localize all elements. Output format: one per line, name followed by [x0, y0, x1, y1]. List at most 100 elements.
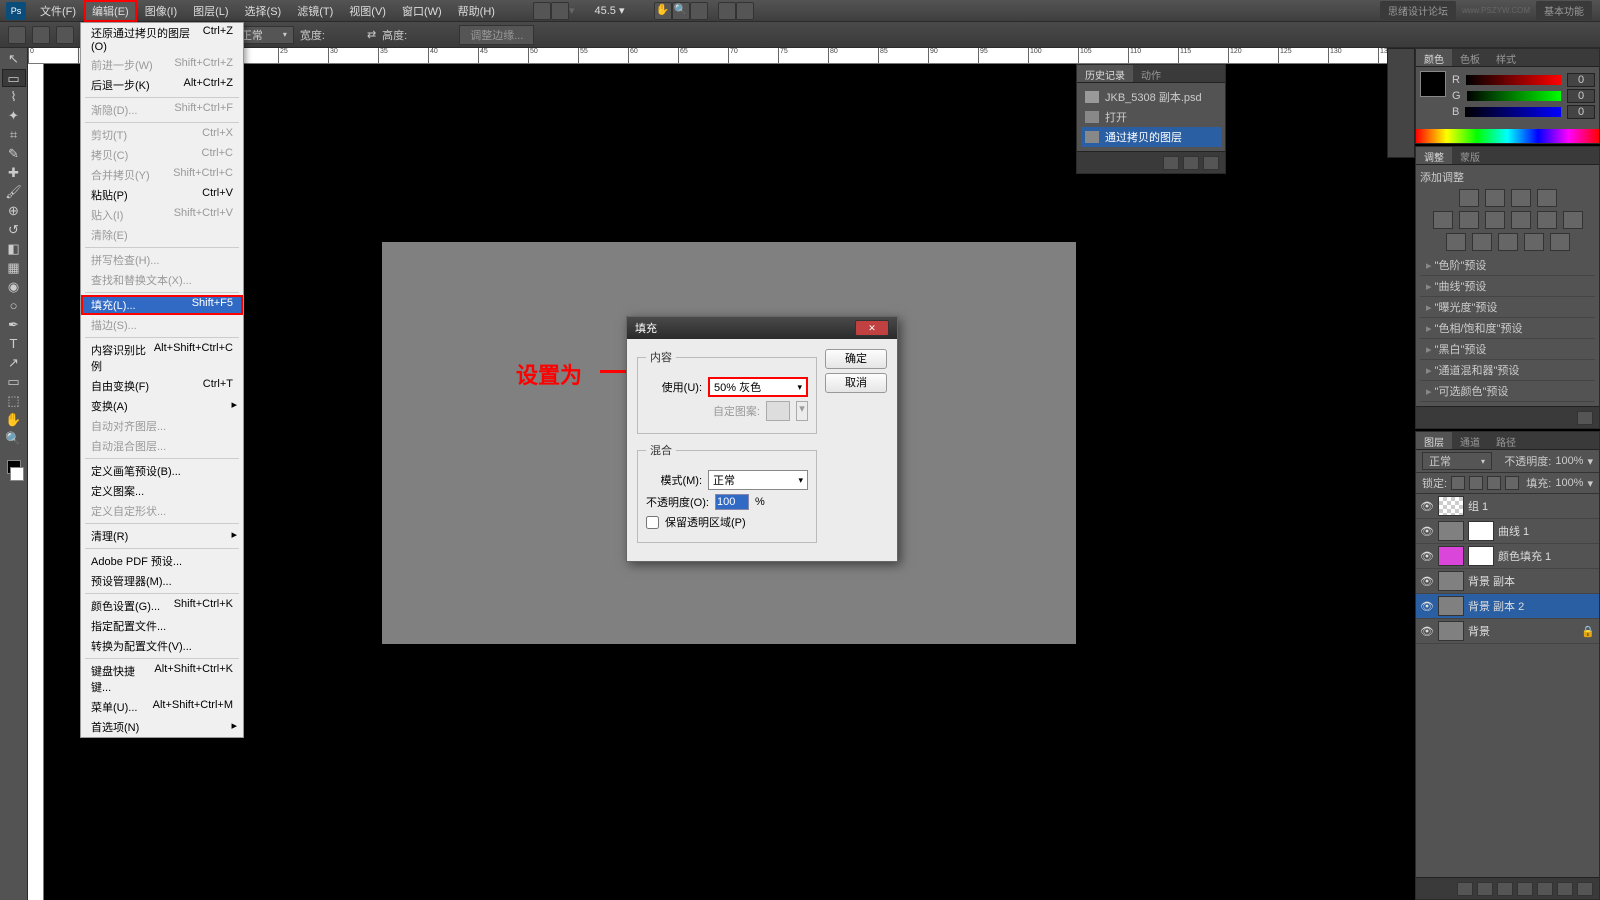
- history-step-open[interactable]: 打开: [1081, 107, 1221, 127]
- adj-brightness-icon[interactable]: [1459, 189, 1479, 207]
- sel-add-icon[interactable]: [56, 26, 74, 44]
- r-value[interactable]: 0: [1567, 73, 1595, 87]
- adj-photo-icon[interactable]: [1537, 211, 1557, 229]
- adj-layer-icon[interactable]: [1517, 882, 1533, 896]
- launch-bridge-icon[interactable]: [533, 2, 551, 20]
- tab-paths[interactable]: 路径: [1488, 432, 1524, 449]
- eyedrop-tool[interactable]: ✎: [2, 145, 26, 163]
- history-step-copy-layer[interactable]: 通过拷贝的图层: [1081, 127, 1221, 147]
- preset-bw[interactable]: "黑白"预设: [1420, 339, 1595, 360]
- adj-invert-icon[interactable]: [1446, 233, 1466, 251]
- menu-image[interactable]: 图像(I): [137, 0, 185, 22]
- history-new-icon[interactable]: [1163, 156, 1179, 170]
- mode-select[interactable]: 正常: [708, 470, 808, 490]
- type-tool[interactable]: T: [2, 335, 26, 353]
- menu-item[interactable]: 清理(R): [81, 526, 243, 546]
- menu-item[interactable]: 菜单(U)...Alt+Shift+Ctrl+M: [81, 697, 243, 717]
- tab-layers[interactable]: 图层: [1416, 432, 1452, 449]
- menu-item[interactable]: 指定配置文件...: [81, 616, 243, 636]
- adj-exposure-icon[interactable]: [1537, 189, 1557, 207]
- lock-all-icon[interactable]: [1505, 476, 1519, 490]
- hand-icon[interactable]: ✋: [654, 2, 672, 20]
- visibility-icon[interactable]: 👁: [1420, 600, 1434, 613]
- history-trash-icon[interactable]: [1203, 156, 1219, 170]
- group-icon[interactable]: [1537, 882, 1553, 896]
- use-select[interactable]: 50% 灰色: [708, 377, 808, 397]
- tab-adjust[interactable]: 调整: [1416, 147, 1452, 164]
- layer-fill[interactable]: 100%: [1555, 477, 1583, 489]
- ok-button[interactable]: 确定: [825, 349, 887, 369]
- menu-item[interactable]: 变换(A): [81, 396, 243, 416]
- adj-mixer-icon[interactable]: [1563, 211, 1583, 229]
- menu-item[interactable]: 颜色设置(G)...Shift+Ctrl+K: [81, 596, 243, 616]
- adj-thresh-icon[interactable]: [1498, 233, 1518, 251]
- lock-trans-icon[interactable]: [1451, 476, 1465, 490]
- menu-item[interactable]: 自由变换(F)Ctrl+T: [81, 376, 243, 396]
- menu-item[interactable]: 首选项(N): [81, 717, 243, 737]
- menu-item[interactable]: 键盘快捷键...Alt+Shift+Ctrl+K: [81, 661, 243, 697]
- layer-row[interactable]: 👁背景 副本 2: [1416, 594, 1599, 619]
- tab-channels[interactable]: 通道: [1452, 432, 1488, 449]
- blur-tool[interactable]: ◉: [2, 278, 26, 296]
- tool-preset-icon[interactable]: [8, 26, 26, 44]
- dialog-titlebar[interactable]: 填充 ✕: [627, 317, 897, 339]
- visibility-icon[interactable]: 👁: [1420, 550, 1434, 563]
- menu-item[interactable]: Adobe PDF 预设...: [81, 551, 243, 571]
- workspace-badge[interactable]: 基本功能: [1536, 1, 1592, 20]
- layer-row[interactable]: 👁背景 副本: [1416, 569, 1599, 594]
- lock-pixel-icon[interactable]: [1469, 476, 1483, 490]
- history-brush-tool[interactable]: ↺: [2, 221, 26, 239]
- tab-swatches[interactable]: 色板: [1452, 49, 1488, 66]
- adj-hue-icon[interactable]: [1459, 211, 1479, 229]
- hand-tool[interactable]: ✋: [2, 411, 26, 429]
- menu-item[interactable]: 定义图案...: [81, 481, 243, 501]
- arrange-icon[interactable]: [718, 2, 736, 20]
- eraser-tool[interactable]: ◧: [2, 240, 26, 258]
- preset-exposure[interactable]: "曝光度"预设: [1420, 297, 1595, 318]
- r-slider[interactable]: [1466, 75, 1561, 85]
- tab-actions[interactable]: 动作: [1133, 65, 1169, 82]
- layer-row[interactable]: 👁背景🔒: [1416, 619, 1599, 644]
- shape-tool[interactable]: ▭: [2, 373, 26, 391]
- zoom-icon[interactable]: 🔍: [672, 2, 690, 20]
- path-tool[interactable]: ↗: [2, 354, 26, 372]
- wand-tool[interactable]: ✦: [2, 107, 26, 125]
- tab-mask[interactable]: 蒙版: [1452, 147, 1488, 164]
- lasso-tool[interactable]: ⌇: [2, 88, 26, 106]
- menu-item[interactable]: 预设管理器(M)...: [81, 571, 243, 591]
- dialog-close-button[interactable]: ✕: [855, 320, 889, 336]
- menu-edit[interactable]: 编辑(E): [84, 0, 137, 22]
- g-slider[interactable]: [1467, 91, 1561, 101]
- menu-layer[interactable]: 图层(L): [185, 0, 236, 22]
- menu-item[interactable]: 定义画笔预设(B)...: [81, 461, 243, 481]
- marquee-tool[interactable]: ▭: [2, 69, 26, 87]
- preset-selcolor[interactable]: "可选颜色"预设: [1420, 381, 1595, 402]
- crop-tool[interactable]: ⌗: [2, 126, 26, 144]
- adj-footer-icon[interactable]: [1577, 411, 1593, 425]
- zoom-tool[interactable]: 🔍: [2, 430, 26, 448]
- preset-curves[interactable]: "曲线"预设: [1420, 276, 1595, 297]
- menu-item[interactable]: 粘贴(P)Ctrl+V: [81, 185, 243, 205]
- preset-levels[interactable]: "色阶"预设: [1420, 255, 1595, 276]
- visibility-icon[interactable]: 👁: [1420, 625, 1434, 638]
- move-tool[interactable]: ↖: [2, 50, 26, 68]
- menu-item[interactable]: 内容识别比例Alt+Shift+Ctrl+C: [81, 340, 243, 376]
- adj-levels-icon[interactable]: [1485, 189, 1505, 207]
- lock-pos-icon[interactable]: [1487, 476, 1501, 490]
- adj-gradmap-icon[interactable]: [1524, 233, 1544, 251]
- menu-file[interactable]: 文件(F): [32, 0, 84, 22]
- menu-filter[interactable]: 滤镜(T): [289, 0, 341, 22]
- menu-window[interactable]: 窗口(W): [394, 0, 450, 22]
- adj-poster-icon[interactable]: [1472, 233, 1492, 251]
- visibility-icon[interactable]: 👁: [1420, 575, 1434, 588]
- background-swatch[interactable]: [10, 467, 24, 481]
- gradient-tool[interactable]: ▦: [2, 259, 26, 277]
- rotate-icon[interactable]: [690, 2, 708, 20]
- menu-item[interactable]: 后退一步(K)Alt+Ctrl+Z: [81, 75, 243, 95]
- adj-vibrance-icon[interactable]: [1433, 211, 1453, 229]
- visibility-icon[interactable]: 👁: [1420, 500, 1434, 513]
- adj-bw-icon[interactable]: [1511, 211, 1531, 229]
- layer-row[interactable]: 👁颜色填充 1: [1416, 544, 1599, 569]
- layer-blend-select[interactable]: 正常: [1422, 452, 1492, 470]
- brush-tool[interactable]: 🖌: [2, 183, 26, 201]
